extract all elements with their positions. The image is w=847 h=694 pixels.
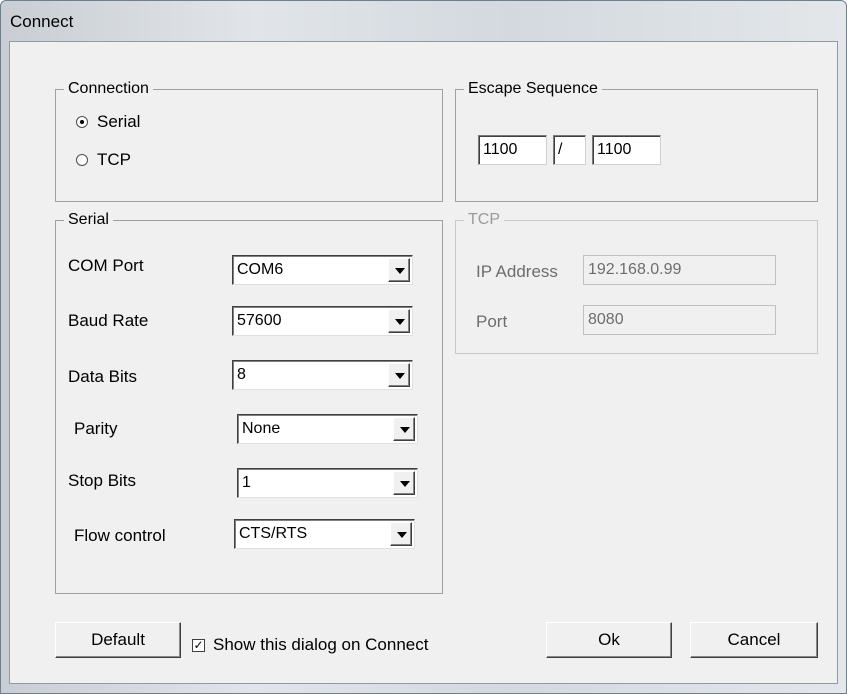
radio-tcp-button[interactable]: [76, 154, 88, 166]
com-port-label: COM Port: [68, 256, 144, 275]
dialog-body: Connection Serial TCP Escape Sequence 11…: [9, 41, 838, 684]
escape-sequence-group-title: Escape Sequence: [464, 79, 602, 99]
default-button[interactable]: Default: [55, 622, 181, 658]
ip-address-label: IP Address: [476, 262, 558, 281]
com-port-select[interactable]: COM6: [232, 255, 413, 285]
ip-address-input[interactable]: 192.168.0.99: [583, 255, 776, 285]
tcp-group: TCP IP Address 192.168.0.99 Port 8080: [455, 210, 818, 354]
data-bits-value: 8: [237, 366, 246, 383]
escape-second-input[interactable]: 1100: [592, 135, 661, 165]
flow-control-select[interactable]: CTS/RTS: [234, 519, 415, 549]
flow-control-label: Flow control: [74, 526, 166, 545]
cancel-button[interactable]: Cancel: [690, 622, 818, 658]
show-dialog-label: Show this dialog on Connect: [213, 635, 429, 654]
chevron-down-icon: [400, 427, 410, 433]
parity-value: None: [242, 420, 281, 437]
show-dialog-checkbox-row[interactable]: ✓ Show this dialog on Connect: [192, 635, 428, 655]
parity-dropdown-button[interactable]: [393, 417, 415, 441]
serial-group-title: Serial: [64, 210, 113, 230]
data-bits-label: Data Bits: [68, 367, 137, 386]
ok-button[interactable]: Ok: [546, 622, 672, 658]
port-label: Port: [476, 312, 508, 331]
stop-bits-value: 1: [242, 474, 251, 491]
radio-serial-button[interactable]: [76, 116, 88, 128]
com-port-value: COM6: [237, 261, 284, 278]
escape-sequence-group: Escape Sequence 1100 / 1100: [455, 79, 818, 202]
chevron-down-icon: [395, 268, 405, 274]
chevron-down-icon: [395, 373, 405, 379]
com-port-dropdown-button[interactable]: [388, 258, 410, 282]
radio-tcp[interactable]: TCP: [76, 150, 131, 170]
connect-dialog: Connect Connection Serial TCP Escape Seq…: [0, 0, 847, 694]
radio-serial[interactable]: Serial: [76, 112, 140, 132]
stop-bits-select[interactable]: 1: [237, 468, 418, 498]
escape-first-input[interactable]: 1100: [478, 135, 547, 165]
chevron-down-icon: [397, 532, 407, 538]
parity-select[interactable]: None: [237, 414, 418, 444]
baud-rate-dropdown-button[interactable]: [388, 309, 410, 333]
stop-bits-label: Stop Bits: [68, 471, 137, 490]
title-bar[interactable]: Connect: [1, 1, 846, 41]
port-input[interactable]: 8080: [583, 305, 776, 335]
flow-control-dropdown-button[interactable]: [390, 522, 412, 546]
serial-group: Serial COM Port COM6 Baud Rate 57600 Dat…: [55, 210, 443, 594]
baud-rate-label: Baud Rate: [68, 311, 149, 330]
radio-tcp-label: TCP: [97, 150, 131, 169]
chevron-down-icon: [400, 481, 410, 487]
data-bits-dropdown-button[interactable]: [388, 363, 410, 387]
chevron-down-icon: [395, 319, 405, 325]
window-title: Connect: [10, 12, 74, 31]
data-bits-select[interactable]: 8: [232, 360, 413, 390]
stop-bits-dropdown-button[interactable]: [393, 471, 415, 495]
tcp-group-title: TCP: [464, 210, 504, 230]
baud-rate-value: 57600: [237, 312, 282, 329]
parity-label: Parity: [74, 419, 118, 438]
flow-control-value: CTS/RTS: [239, 525, 308, 542]
radio-serial-label: Serial: [97, 112, 141, 131]
connection-group: Connection Serial TCP: [55, 79, 443, 202]
escape-separator-field[interactable]: /: [553, 135, 586, 165]
connection-group-title: Connection: [64, 79, 153, 99]
baud-rate-select[interactable]: 57600: [232, 306, 413, 336]
show-dialog-checkbox[interactable]: ✓: [192, 638, 205, 652]
